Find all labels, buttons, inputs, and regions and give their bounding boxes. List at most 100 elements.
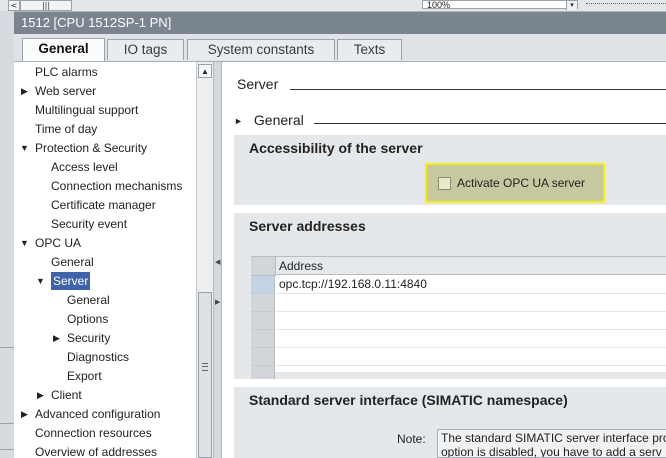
top-toolbar-strip: < ||| 100% ▾: [0, 0, 666, 12]
nav-item-label: Connection resources: [35, 426, 152, 440]
nav-item[interactable]: ▶ Advanced configuration: [14, 405, 196, 423]
nav-item-label: Export: [67, 369, 102, 383]
tab-general[interactable]: General: [22, 38, 105, 61]
address-cell[interactable]: [276, 312, 666, 330]
scroll-up-icon[interactable]: ▲: [198, 64, 212, 78]
ruler: [586, 3, 666, 8]
table-corner: [251, 257, 276, 276]
nav-item[interactable]: PLC alarms: [14, 63, 196, 81]
tab-texts[interactable]: Texts: [337, 39, 402, 60]
tab-label: Texts: [353, 42, 386, 57]
activate-opc-ua-highlight: Activate OPC UA server: [425, 163, 605, 203]
tab-io-tags[interactable]: IO tags: [107, 39, 184, 60]
expand-right-icon[interactable]: ▶: [215, 298, 220, 306]
scroll-left-button[interactable]: <: [8, 0, 20, 11]
chevron-left-icon: <: [10, 1, 18, 10]
row-header[interactable]: [251, 294, 275, 312]
panel-title: Accessibility of the server: [249, 140, 423, 156]
nav-scroll-thumb[interactable]: [198, 292, 212, 458]
nav-item[interactable]: General: [14, 291, 196, 309]
note-text: The standard SIMATIC server interface pr…: [437, 429, 666, 458]
nav-item-label: Advanced configuration: [35, 407, 161, 421]
panel-gap: [234, 205, 666, 213]
nav-item-label: OPC UA: [35, 236, 82, 250]
nav-item[interactable]: General: [14, 253, 196, 271]
chevron-right-icon[interactable]: ►: [234, 116, 243, 126]
nav-item-label: Diagnostics: [67, 350, 130, 364]
tab-label: System constants: [207, 42, 315, 57]
address-cell[interactable]: opc.tcp://192.168.0.11:4840: [276, 276, 666, 294]
expanded-arrow-icon[interactable]: ▼: [36, 272, 45, 290]
nav-item-label: Time of day: [35, 122, 98, 136]
row-header[interactable]: [251, 348, 275, 366]
nav-scrollbar[interactable]: ▲: [196, 62, 214, 458]
divider: [290, 89, 666, 90]
divider: [314, 123, 666, 124]
nav-item-label: General: [67, 293, 110, 307]
panel-title: Server addresses: [249, 218, 366, 234]
nav-item[interactable]: ▼ OPC UA: [14, 234, 196, 252]
divider: [0, 423, 14, 424]
tab-system-constants[interactable]: System constants: [187, 39, 335, 60]
expanded-arrow-icon[interactable]: ▼: [20, 139, 29, 157]
expanded-arrow-icon[interactable]: ▼: [20, 234, 29, 252]
address-cell[interactable]: [276, 330, 666, 348]
nav-item[interactable]: Diagnostics: [14, 348, 196, 366]
nav-item[interactable]: Security event: [14, 215, 196, 233]
checkbox-label[interactable]: Activate OPC UA server: [457, 176, 585, 190]
nav-item[interactable]: Connection mechanisms: [14, 177, 196, 195]
address-cell[interactable]: [276, 294, 666, 312]
collapsed-arrow-icon[interactable]: ▶: [20, 82, 29, 100]
row-header[interactable]: [251, 276, 275, 294]
nav-item-label: Multilingual support: [35, 103, 139, 117]
row-header[interactable]: [251, 330, 275, 348]
nav-item-label: Overview of addresses: [35, 445, 158, 458]
nav-item[interactable]: ▶ Web server: [14, 82, 196, 100]
chevron-down-icon[interactable]: ▾: [566, 1, 577, 10]
left-outer-strip: [0, 11, 14, 458]
nav-item[interactable]: ▶ Client: [14, 386, 196, 404]
pane-splitter[interactable]: ◀ ▶: [213, 62, 222, 458]
nav-item-label: Access level: [51, 160, 118, 174]
grip-icon: [202, 363, 208, 371]
nav-item[interactable]: ▼ Protection & Security: [14, 139, 196, 157]
nav-item[interactable]: Multilingual support: [14, 101, 196, 119]
nav-item-label: General: [51, 255, 94, 269]
nav-item-label: Protection & Security: [35, 141, 148, 155]
address-cell[interactable]: [276, 348, 666, 366]
nav-item[interactable]: Time of day: [14, 120, 196, 138]
nav-item[interactable]: Overview of addresses: [14, 443, 196, 458]
tab-label: IO tags: [123, 42, 168, 57]
properties-content: Server ► General Accessibility of the ser…: [222, 62, 666, 458]
nav-item-label: Client: [51, 388, 82, 402]
nav-item-label: Options: [67, 312, 109, 326]
nav-item-label: Certificate manager: [51, 198, 156, 212]
accessibility-panel: Accessibility of the server Activate OPC…: [234, 135, 666, 213]
column-header[interactable]: Address: [276, 257, 666, 275]
collapsed-arrow-icon[interactable]: ▶: [52, 329, 61, 347]
collapsed-arrow-icon[interactable]: ▶: [20, 405, 29, 423]
row-header[interactable]: [251, 312, 275, 330]
horizontal-scroll-thumb[interactable]: |||: [20, 0, 72, 11]
section-title: Server: [237, 76, 279, 92]
nav-item[interactable]: ▼ Server: [14, 272, 196, 290]
nav-item-label: Server: [51, 272, 91, 290]
nav-item-label: Security event: [51, 217, 128, 231]
nav-item[interactable]: Options: [14, 310, 196, 328]
panel-title: Standard server interface (SIMATIC names…: [249, 392, 568, 408]
activate-opc-ua-checkbox[interactable]: [438, 177, 451, 190]
note-line: The standard SIMATIC server interface pr…: [441, 431, 666, 445]
standard-interface-panel: Standard server interface (SIMATIC names…: [234, 387, 666, 458]
tab-bar: General IO tags System constants Texts: [14, 34, 666, 62]
collapse-left-icon[interactable]: ◀: [215, 258, 220, 266]
nav-item[interactable]: Access level: [14, 158, 196, 176]
subsection-header[interactable]: ► General: [234, 112, 304, 128]
panel-gap: [234, 379, 666, 387]
nav-item[interactable]: Certificate manager: [14, 196, 196, 214]
nav-item[interactable]: Export: [14, 367, 196, 385]
nav-item[interactable]: ▶ Security: [14, 329, 196, 347]
nav-item[interactable]: Connection resources: [14, 424, 196, 442]
tab-label: General: [38, 41, 89, 56]
collapsed-arrow-icon[interactable]: ▶: [36, 386, 45, 404]
zoom-select[interactable]: 100% ▾: [422, 0, 578, 10]
